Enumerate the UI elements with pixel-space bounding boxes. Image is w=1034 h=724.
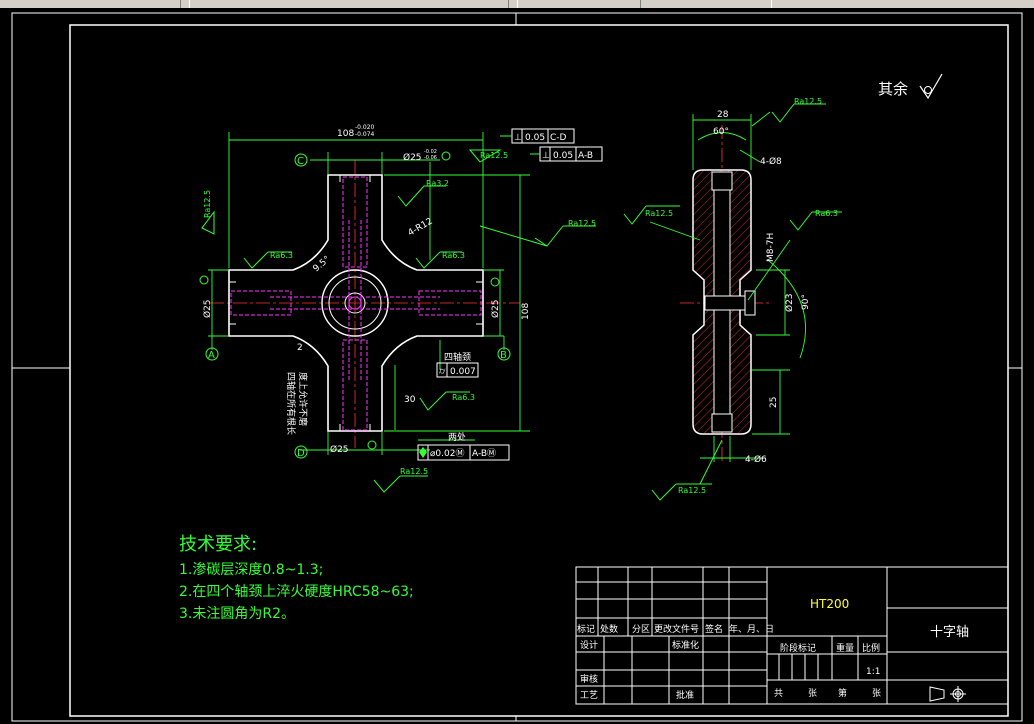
roughness-symbol-icon xyxy=(919,73,943,100)
tech-req-item-1: 1.渗碳层深度0.8~1.3; xyxy=(179,562,324,578)
roughness-ra63-left: Ra6.3 xyxy=(270,251,293,260)
side-angle-60: 60° xyxy=(713,127,729,137)
datum-b-label: B xyxy=(500,350,507,361)
toolbar-separator xyxy=(508,0,518,8)
roughness-circle-icon xyxy=(924,86,932,94)
journal-diameter-left: Ø25 xyxy=(202,299,213,318)
tb-design: 设计 xyxy=(580,639,598,651)
datum-e-bubble-right xyxy=(490,277,500,287)
overall-length-tol-upper: -0.020 xyxy=(355,124,375,131)
dim-2-label: 2 xyxy=(297,343,303,353)
side-view: 28 60° 4-Ø8 M8-7H Ø23 90° 25 4-Ø6 Ra12.5… xyxy=(623,97,842,501)
side-dim-28: 28 xyxy=(717,110,729,120)
roughness-ra125-bottom: Ra12.5 xyxy=(400,467,428,476)
tb-part-name: 十字轴 xyxy=(930,625,969,640)
tb-header-sign: 签名 xyxy=(705,623,723,635)
overall-length-vertical: 108 xyxy=(521,303,531,320)
tb-sheet-unit: 张 xyxy=(808,688,817,699)
cross-hole xyxy=(704,295,746,311)
tb-standardization: 标准化 xyxy=(672,639,699,651)
fcf-perpendicularity-cd: ⊥ 0.05 C-D xyxy=(511,128,575,144)
side-dia-23: Ø23 xyxy=(784,293,795,312)
fcf-3-value: 0.007 xyxy=(450,367,476,377)
journal-diameter-right: Ø25 xyxy=(490,299,501,318)
other-finish-label: 其余 xyxy=(878,80,908,98)
roughness-ra63-right: Ra6.3 xyxy=(442,251,465,260)
side-dim-25: 25 xyxy=(769,397,779,408)
vertical-note-2: 度上允许不磨 xyxy=(297,372,309,426)
tb-scale-value: 1:1 xyxy=(866,667,880,677)
datum-c-label: C xyxy=(297,156,304,167)
side-thread: M8-7H xyxy=(766,233,776,262)
roughness-ra63-bottom: Ra6.3 xyxy=(452,393,475,402)
tb-scale-label: 比例 xyxy=(862,642,880,654)
tb-header-date: 年、月、日 xyxy=(729,623,774,635)
side-holes-bottom: 4-Ø6 xyxy=(745,454,767,465)
tb-review: 审核 xyxy=(580,673,598,685)
tech-req-title: 技术要求: xyxy=(179,534,258,555)
side-roughness-ra125-top: Ra12.5 xyxy=(794,97,822,106)
roughness-ra125-right: Ra12.5 xyxy=(568,219,596,228)
datum-d-label: D xyxy=(297,448,305,459)
journal-diameter-top: Ø25 xyxy=(403,152,422,163)
cad-drawing-canvas[interactable]: 其余 A B C D 108 -0.020 -0.074 Ø25 -0.02 -… xyxy=(0,8,1034,724)
fcf-position: ⌀0.02Ⓜ A-BⓂ xyxy=(417,444,510,461)
fcf-4-datum: A-BⓂ xyxy=(472,448,496,459)
journal-diameter-tol-lower: -0.06 xyxy=(424,155,437,161)
tb-header-mark: 标记 xyxy=(577,623,595,635)
vertical-note-1: 四轴在所有根长 xyxy=(285,372,297,435)
tb-header-count: 处数 xyxy=(600,623,618,635)
side-roughness-ra125-left: Ra12.5 xyxy=(645,209,673,218)
side-roughness-ra63: Ra6.3 xyxy=(815,209,838,218)
datum-e-bubble-left xyxy=(199,275,209,285)
fcf-perpendicularity-ab: ⊥ 0.05 A-B xyxy=(539,146,603,162)
toolbar-separator xyxy=(180,0,190,8)
side-angle-90: 90° xyxy=(801,294,811,310)
surface-finish-other-note: 其余 xyxy=(878,73,943,100)
tb-header-zone: 分区 xyxy=(632,624,650,635)
threaded-port xyxy=(744,290,756,316)
both-sides-note: 两处 xyxy=(448,431,466,443)
toolbar-field[interactable] xyxy=(640,0,772,8)
datum-a-label: A xyxy=(208,350,215,361)
projection-symbol-icon xyxy=(929,686,966,702)
fcf-4-value: ⌀0.02Ⓜ xyxy=(430,448,464,459)
window-toolbar-strip xyxy=(0,0,1034,8)
hidden-oil-passages xyxy=(230,176,482,431)
tb-stage-mark: 阶段标记 xyxy=(780,642,816,654)
position-symbol-icon xyxy=(419,447,427,458)
fcf-1-symbol: ⊥ xyxy=(514,133,522,143)
tech-req-item-3: 3.未注圆角为R2。 xyxy=(179,606,295,622)
fcf-1-datum: C-D xyxy=(550,133,567,143)
tb-sheet-no: 第 xyxy=(838,687,847,699)
tb-sheet-unit2: 张 xyxy=(872,688,881,699)
fcf-2-datum: A-B xyxy=(578,151,593,161)
tb-approve: 批准 xyxy=(676,689,694,701)
tech-req-item-2: 2.在四个轴颈上淬火硬度HRC58~63; xyxy=(179,584,414,600)
roughness-ra125-left: Ra12.5 xyxy=(203,190,212,218)
datum-e-bubble-bottom xyxy=(367,440,377,450)
journal-diameter-bottom: Ø25 xyxy=(330,444,349,455)
four-journals-note: 四轴颈 xyxy=(444,351,471,363)
tb-header-doc: 更改文件号 xyxy=(654,623,699,635)
tb-weight: 重量 xyxy=(836,642,854,654)
front-view: A B C D 108 -0.020 -0.074 Ø25 -0.02 -0.0… xyxy=(199,124,603,493)
tb-material: HT200 xyxy=(810,597,849,611)
fcf-cylindricity: ⌭ 0.007 xyxy=(436,362,479,378)
fcf-1-value: 0.05 xyxy=(525,133,545,143)
side-holes-top: 4-Ø8 xyxy=(760,156,782,167)
overall-length-tol-lower: -0.074 xyxy=(355,131,375,138)
roughness-ra125-top: Ra12.5 xyxy=(480,151,508,160)
side-roughness-ra125-bottom: Ra12.5 xyxy=(678,486,706,495)
dim-30-label: 30 xyxy=(404,395,416,405)
tb-sheet-total: 共 xyxy=(774,688,783,699)
fcf-2-symbol: ⊥ xyxy=(542,151,550,161)
fcf-3-symbol: ⌭ xyxy=(439,367,446,377)
tb-process: 工艺 xyxy=(580,690,598,701)
outer-border xyxy=(11,12,1023,722)
roughness-ra32: Ra3.2 xyxy=(426,179,449,188)
datum-e-bubble-top xyxy=(441,151,451,161)
overall-length-dim: 108 xyxy=(337,129,354,139)
fcf-2-value: 0.05 xyxy=(553,151,573,161)
